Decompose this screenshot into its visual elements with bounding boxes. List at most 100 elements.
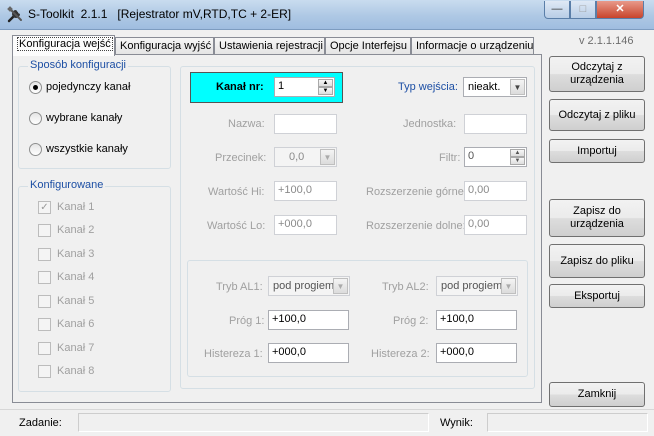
- decimal-point-select[interactable]: 0,0 ▼: [274, 147, 337, 167]
- unit-field[interactable]: [464, 114, 527, 134]
- channel-4-checkbox[interactable]: [38, 271, 51, 284]
- channel-3-checkbox[interactable]: [38, 248, 51, 261]
- channel-label: Kanał 3: [57, 248, 95, 260]
- threshold-1-field[interactable]: +100,0: [268, 310, 349, 330]
- read-from-device-button[interactable]: Odczytaj z urządzenia: [549, 56, 645, 92]
- result-status-box: [487, 413, 648, 432]
- radio-label: wybrane kanały: [46, 112, 123, 124]
- configured-title: Konfigurowane: [28, 179, 106, 191]
- radio-single-channel[interactable]: [29, 81, 42, 94]
- tab-input-config[interactable]: Konfiguracja wejść: [12, 35, 115, 56]
- input-type-select[interactable]: nieakt. ▼: [463, 77, 527, 97]
- save-to-file-button[interactable]: Zapisz do pliku: [549, 244, 645, 278]
- channel-number-label: Kanał nr:: [216, 81, 264, 93]
- lower-extension-label: Rozszerzenie dolne:: [366, 220, 466, 232]
- minimize-button[interactable]: —: [544, 1, 570, 19]
- channel-label: Kanał 6: [57, 318, 95, 330]
- unit-label: Jednostka:: [403, 118, 457, 130]
- upper-extension-field[interactable]: 0,00: [464, 181, 527, 201]
- upper-extension-label: Rozszerzenie górne:: [366, 186, 467, 198]
- tab-label: Informacje o urządzeniu: [416, 40, 534, 52]
- tab-recording-settings[interactable]: Ustawienia rejestracji: [214, 37, 325, 55]
- channel-8-checkbox[interactable]: [38, 365, 51, 378]
- channel-1-checkbox[interactable]: ✓: [38, 201, 51, 214]
- value-hi-label: Wartość Hi:: [208, 186, 265, 198]
- chevron-down-icon: ▼: [510, 79, 525, 95]
- spin-up-icon[interactable]: ▲: [318, 79, 333, 87]
- spin-down-icon[interactable]: ▼: [510, 157, 525, 165]
- channel-label: Kanał 7: [57, 342, 95, 354]
- threshold-2-field[interactable]: +100,0: [436, 310, 517, 330]
- tab-label: Konfiguracja wyjść: [120, 40, 212, 52]
- hysteresis-1-field[interactable]: +000,0: [268, 343, 349, 363]
- tab-device-info[interactable]: Informacje o urządzeniu: [411, 37, 534, 55]
- version-label: v 2.1.1.146: [579, 35, 634, 47]
- channel-number-spinner[interactable]: 1 ▲ ▼: [274, 77, 335, 97]
- filter-value: 0: [468, 150, 475, 162]
- status-bar: Zadanie: Wynik:: [0, 409, 654, 436]
- save-to-device-button[interactable]: Zapisz do urządzenia: [549, 199, 645, 237]
- channel-7-checkbox[interactable]: [38, 342, 51, 355]
- al2-mode-select[interactable]: pod progiem ▼: [436, 276, 518, 296]
- spin-buttons[interactable]: ▲ ▼: [510, 149, 525, 165]
- tab-label: Opcje Interfejsu: [330, 40, 408, 52]
- result-label: Wynik:: [440, 417, 473, 429]
- chevron-down-icon: ▼: [501, 278, 516, 294]
- radio-label: wszystkie kanały: [46, 143, 128, 155]
- name-field[interactable]: [274, 114, 337, 134]
- export-button[interactable]: Eksportuj: [549, 284, 645, 308]
- radio-all-channels[interactable]: [29, 143, 42, 156]
- value-lo-label: Wartość Lo:: [207, 220, 266, 232]
- hysteresis-2-field[interactable]: +000,0: [436, 343, 517, 363]
- decimal-point-label: Przecinek:: [215, 152, 267, 164]
- input-type-value: nieakt.: [468, 81, 501, 93]
- radio-label: pojedynczy kanał: [46, 81, 131, 93]
- channel-number-value: 1: [278, 80, 285, 92]
- filter-label: Filtr:: [439, 152, 461, 164]
- channel-label: Kanał 4: [57, 271, 95, 283]
- chevron-down-icon: ▼: [333, 278, 348, 294]
- config-mode-title: Sposób konfiguracji: [28, 59, 129, 71]
- tab-interface-options[interactable]: Opcje Interfejsu: [325, 37, 411, 55]
- threshold-2-label: Próg 2:: [393, 315, 429, 327]
- channel-label: Kanał 2: [57, 224, 95, 236]
- hysteresis-2-label: Histereza 2:: [371, 348, 430, 360]
- channel-label: Kanał 1: [57, 201, 95, 213]
- lower-extension-field[interactable]: 0,00: [464, 215, 527, 235]
- window-title: S-Toolkit 2.1.1 [Rejestrator mV,RTD,TC +…: [28, 7, 292, 21]
- decimal-point-value: 0,0: [289, 151, 305, 163]
- spin-up-icon[interactable]: ▲: [510, 149, 525, 157]
- al1-mode-value: pod progiem: [273, 280, 335, 292]
- value-lo-field[interactable]: +000,0: [274, 215, 337, 235]
- threshold-1-label: Próg 1:: [229, 315, 265, 327]
- import-button[interactable]: Importuj: [549, 139, 645, 163]
- spin-buttons[interactable]: ▲ ▼: [318, 79, 333, 95]
- tab-label: Ustawienia rejestracji: [219, 40, 323, 52]
- task-status-box: [78, 413, 429, 432]
- channel-label: Kanał 5: [57, 295, 95, 307]
- al1-mode-label: Tryb AL1:: [216, 281, 263, 293]
- task-label: Zadanie:: [19, 417, 62, 429]
- tools-icon: [7, 6, 22, 23]
- configured-channels-group: [18, 186, 171, 392]
- maximize-button[interactable]: □: [570, 1, 596, 19]
- al2-mode-label: Tryb AL2:: [382, 281, 429, 293]
- name-label: Nazwa:: [228, 118, 265, 130]
- spin-down-icon[interactable]: ▼: [318, 87, 333, 95]
- title-bar[interactable]: S-Toolkit 2.1.1 [Rejestrator mV,RTD,TC +…: [0, 0, 654, 30]
- channel-6-checkbox[interactable]: [38, 318, 51, 331]
- chevron-down-icon: ▼: [320, 149, 335, 165]
- tab-label: Konfiguracja wejść: [17, 37, 113, 51]
- al2-mode-value: pod progiem: [441, 280, 503, 292]
- radio-selected-channels[interactable]: [29, 112, 42, 125]
- close-button[interactable]: Zamknij: [549, 382, 645, 407]
- al1-mode-select[interactable]: pod progiem ▼: [268, 276, 350, 296]
- close-window-button[interactable]: ✕: [596, 1, 644, 19]
- value-hi-field[interactable]: +100,0: [274, 181, 337, 201]
- channel-5-checkbox[interactable]: [38, 295, 51, 308]
- tab-output-config[interactable]: Konfiguracja wyjść: [115, 37, 214, 55]
- filter-spinner[interactable]: 0 ▲ ▼: [464, 147, 527, 167]
- input-type-label: Typ wejścia:: [398, 81, 458, 93]
- channel-2-checkbox[interactable]: [38, 224, 51, 237]
- read-from-file-button[interactable]: Odczytaj z pliku: [549, 99, 645, 131]
